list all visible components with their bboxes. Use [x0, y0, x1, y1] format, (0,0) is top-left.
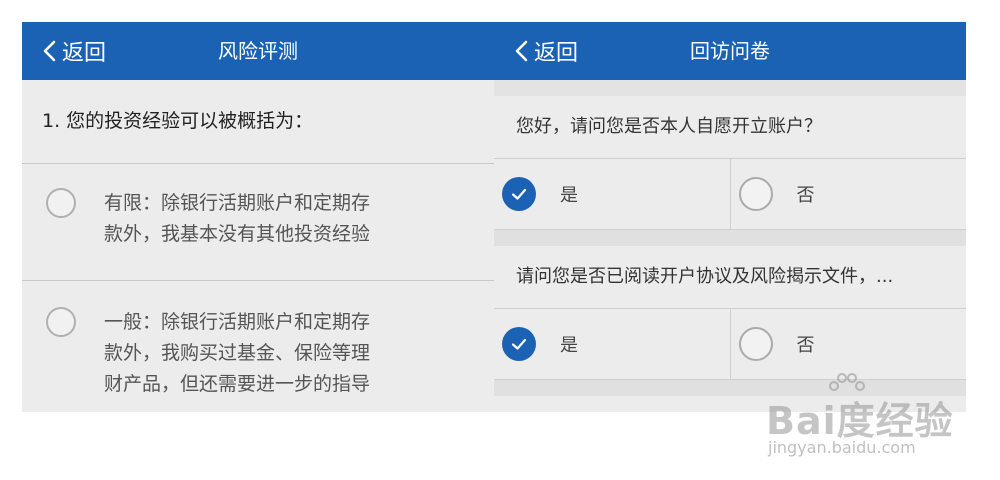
option-line: 一般：除银行活期账户和定期存	[104, 311, 371, 333]
answer-yes[interactable]: 是	[494, 309, 730, 379]
answer-yes[interactable]: 是	[494, 159, 730, 229]
option-line: 款外，我购买过基金、保险等理	[104, 342, 371, 364]
check-circle-icon[interactable]	[502, 327, 536, 361]
question-text: 您好，请问您是否本人自愿开立账户？	[494, 96, 966, 159]
check-circle-icon[interactable]	[502, 177, 536, 211]
page-title: 回访问卷	[690, 39, 770, 63]
question-text: 1. 您的投资经验可以被概括为：	[22, 80, 494, 164]
option-line: 有限：除银行活期账户和定期存	[104, 192, 371, 214]
header-bar: 返回 风险评测	[22, 22, 494, 80]
header-bar: 返回 回访问卷	[494, 22, 966, 80]
divider	[494, 230, 966, 246]
divider	[494, 80, 966, 96]
answer-no[interactable]: 否	[729, 309, 967, 379]
answer-label: 否	[796, 185, 815, 206]
question-text: 请问您是否已阅读开户协议及风险揭示文件，...	[494, 246, 966, 309]
option-line: 款外，我基本没有其他投资经验	[104, 223, 371, 245]
page-title: 风险评测	[218, 39, 298, 63]
radio-empty-icon[interactable]	[738, 327, 773, 361]
option-general[interactable]: 一般：除银行活期账户和定期存 款外，我购买过基金、保险等理 财产品，但还需要进一…	[22, 281, 494, 412]
watermark-url: jingyan.baidu.com	[768, 438, 916, 457]
risk-assessment-screen: 返回 风险评测 1. 您的投资经验可以被概括为： 有限：除银行活期账户和定期存 …	[22, 22, 494, 412]
option-limited[interactable]: 有限：除银行活期账户和定期存 款外，我基本没有其他投资经验	[22, 164, 494, 281]
radio-empty-icon[interactable]	[46, 188, 76, 218]
radio-empty-icon[interactable]	[46, 307, 76, 337]
callback-questionnaire-screen: 返回 回访问卷 您好，请问您是否本人自愿开立账户？ 是 否 请问您是否已阅读开户…	[494, 22, 966, 412]
answer-row: 是 否	[494, 309, 966, 380]
answer-label: 否	[796, 335, 815, 356]
baidu-watermark: Bai度经验 jingyan.baidu.com	[766, 372, 966, 462]
radio-empty-icon[interactable]	[738, 177, 773, 211]
answer-label: 是	[560, 335, 578, 356]
watermark-main: Bai度经验	[766, 399, 954, 443]
answer-row: 是 否	[494, 159, 966, 230]
option-line: 财产品，但还需要进一步的指导	[104, 373, 371, 395]
answer-no[interactable]: 否	[729, 159, 967, 229]
answer-label: 是	[560, 185, 578, 206]
